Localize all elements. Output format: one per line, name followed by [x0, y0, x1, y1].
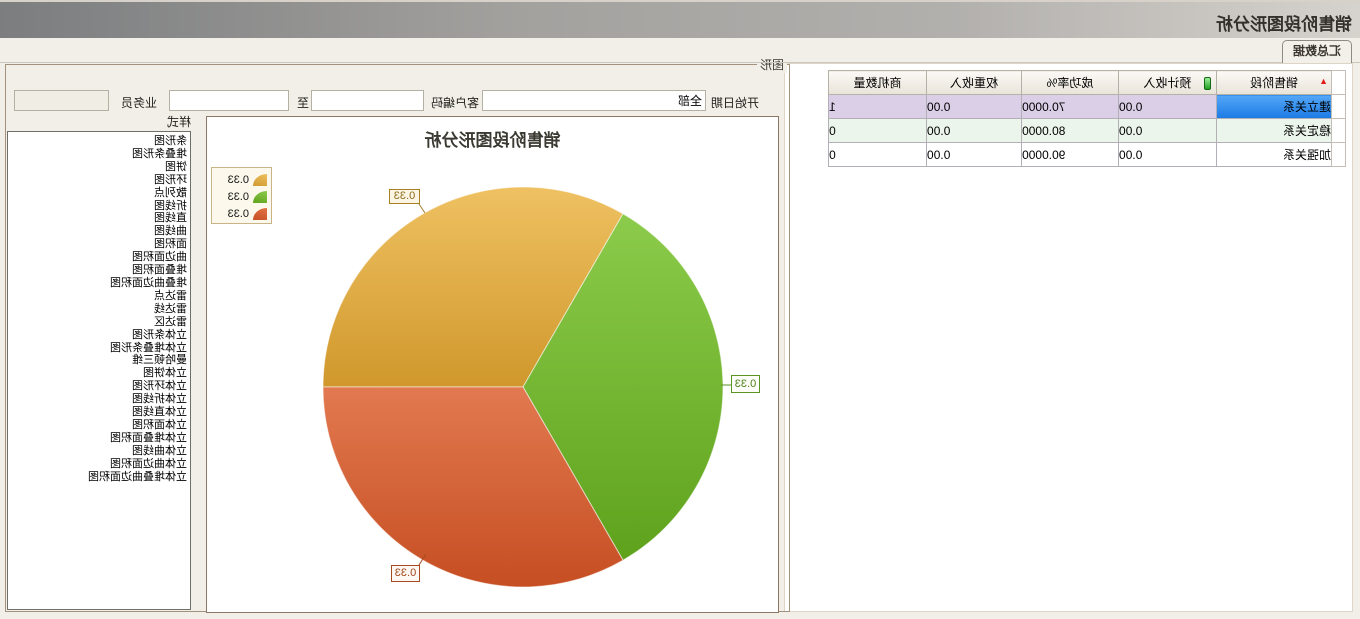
summary-table-panel: ▲ 销售阶段 预计收入 成功率% 权重收入 商机数量 建立关系 0.00: [784, 63, 1353, 612]
sales-stage-table: ▲ 销售阶段 预计收入 成功率% 权重收入 商机数量 建立关系 0.00: [828, 70, 1346, 167]
style-option[interactable]: 立体直线图: [8, 406, 190, 419]
row-selector[interactable]: [1332, 143, 1346, 167]
style-option[interactable]: 环形图: [8, 174, 190, 187]
start-date-label: 开始日期: [711, 94, 759, 111]
callout-line-1: [419, 204, 425, 213]
slice-value-callout: 0.33: [389, 189, 420, 204]
weighted-cell[interactable]: 0.00: [927, 95, 1022, 119]
style-option[interactable]: 曲边面积图: [8, 251, 190, 264]
style-option[interactable]: 立体折线图: [8, 393, 190, 406]
green-bar-icon: [1204, 77, 1211, 90]
style-option[interactable]: 立体堆叠条形图: [8, 342, 190, 355]
style-option[interactable]: 立体曲边面积图: [8, 458, 190, 471]
column-header-rate[interactable]: 成功率%: [1022, 71, 1119, 95]
weighted-cell[interactable]: 0.00: [927, 119, 1022, 143]
style-option[interactable]: 雷达线: [8, 303, 190, 316]
row-selector-header: [1332, 71, 1346, 95]
style-option[interactable]: 堆叠曲边面积图: [8, 277, 190, 290]
salesman-label: 业务员: [121, 94, 157, 111]
legend-value: 0.33: [228, 208, 249, 220]
style-option[interactable]: 立体饼图: [8, 367, 190, 380]
title-bar: 销售阶段图形分析: [0, 0, 1360, 38]
legend-value: 0.33: [228, 174, 249, 186]
chart-panel: 销售阶段图形分析: [206, 116, 779, 613]
column-header-label: 预计收入: [1144, 76, 1192, 90]
stage-cell[interactable]: 稳定关系: [1217, 119, 1332, 143]
style-option[interactable]: 条形图: [8, 135, 190, 148]
rate-cell[interactable]: 70.0000: [1022, 95, 1119, 119]
table-header-row: ▲ 销售阶段 预计收入 成功率% 权重收入 商机数量: [829, 71, 1346, 95]
legend-item: 0.33: [212, 188, 267, 205]
column-header-weighted[interactable]: 权重收入: [927, 71, 1022, 95]
slice-value-callout: 0.33: [731, 375, 760, 393]
style-option[interactable]: 立体堆叠面积图: [8, 432, 190, 445]
table-row: 稳定关系 0.00 80.0000 0.00 0: [829, 119, 1346, 143]
count-cell[interactable]: 0: [829, 119, 927, 143]
style-option[interactable]: 立体条形图: [8, 329, 190, 342]
style-option[interactable]: 堆叠条形图: [8, 148, 190, 161]
legend-swatch-red: [253, 208, 267, 220]
weighted-cell[interactable]: 0.00: [927, 143, 1022, 167]
chart-groupbox: 图形 开始日期 客户编码 至 业务员 样式 条形图 堆叠条形图 饼图 环形图 散…: [5, 64, 790, 612]
style-option[interactable]: 雷达点: [8, 290, 190, 303]
style-option[interactable]: 直线图: [8, 212, 190, 225]
style-option[interactable]: 立体环形图: [8, 380, 190, 393]
style-option[interactable]: 面积图: [8, 238, 190, 251]
customer-code-from-input[interactable]: [311, 90, 424, 111]
column-header-stage[interactable]: ▲ 销售阶段: [1217, 71, 1332, 95]
legend-value: 0.33: [228, 191, 249, 203]
rate-cell[interactable]: 80.0000: [1022, 119, 1119, 143]
tabstrip-divider: [0, 62, 1360, 63]
style-option[interactable]: 折线图: [8, 200, 190, 213]
style-option[interactable]: 堆叠面积图: [8, 264, 190, 277]
rate-cell[interactable]: 90.0000: [1022, 143, 1119, 167]
customer-code-to-input[interactable]: [169, 90, 289, 111]
pie-chart: [205, 117, 778, 614]
style-label: 样式: [167, 113, 191, 130]
style-option[interactable]: 雷达区: [8, 316, 190, 329]
style-option[interactable]: 立体面积图: [8, 419, 190, 432]
range-to-label: 至: [297, 94, 309, 111]
legend-item: 0.33: [212, 205, 267, 222]
stage-cell-selected[interactable]: 建立关系: [1217, 95, 1332, 119]
table-row: 加强关系 0.00 90.0000 0.00 0: [829, 143, 1346, 167]
app-window: 销售阶段图形分析 汇总数据 ▲ 销售阶段 预计收入: [0, 0, 1360, 619]
count-cell[interactable]: 1: [829, 95, 927, 119]
sort-ascending-icon: ▲: [1319, 77, 1328, 86]
expected-cell[interactable]: 0.00: [1119, 143, 1217, 167]
style-option[interactable]: 立体堆叠曲边面积图: [8, 471, 190, 484]
expected-cell[interactable]: 0.00: [1119, 95, 1217, 119]
chart-legend: 0.33 0.33 0.33: [211, 167, 272, 224]
table-row: 建立关系 0.00 70.0000 0.00 1: [829, 95, 1346, 119]
style-option[interactable]: 饼图: [8, 161, 190, 174]
style-option[interactable]: 曲线图: [8, 225, 190, 238]
slice-value-callout: 0.33: [391, 565, 420, 582]
count-cell[interactable]: 0: [829, 143, 927, 167]
column-header-expected[interactable]: 预计收入: [1119, 71, 1217, 95]
row-selector[interactable]: [1332, 95, 1346, 119]
legend-swatch-green: [253, 191, 267, 203]
column-header-label: 销售阶段: [1250, 76, 1298, 90]
legend-item: 0.33: [212, 171, 267, 188]
expected-cell[interactable]: 0.00: [1119, 119, 1217, 143]
mirrored-canvas: 销售阶段图形分析 汇总数据 ▲ 销售阶段 预计收入: [0, 0, 1360, 619]
style-option[interactable]: 散列点: [8, 187, 190, 200]
chart-style-listbox[interactable]: 条形图 堆叠条形图 饼图 环形图 散列点 折线图 直线图 曲线图 面积图 曲边面…: [7, 131, 191, 610]
row-selector[interactable]: [1332, 119, 1346, 143]
customer-code-label: 客户编码: [431, 94, 479, 111]
groupbox-caption: 图形: [757, 56, 787, 73]
style-option[interactable]: 曼哈顿三维: [8, 354, 190, 367]
salesman-input[interactable]: [14, 90, 109, 111]
page-title: 销售阶段图形分析: [1216, 10, 1352, 35]
stage-cell[interactable]: 加强关系: [1217, 143, 1332, 167]
tab-summary-data[interactable]: 汇总数据: [1282, 40, 1352, 63]
style-option[interactable]: 立体曲线图: [8, 445, 190, 458]
column-header-count[interactable]: 商机数量: [829, 71, 927, 95]
legend-swatch-amber: [253, 174, 267, 186]
start-date-input[interactable]: [482, 90, 706, 111]
